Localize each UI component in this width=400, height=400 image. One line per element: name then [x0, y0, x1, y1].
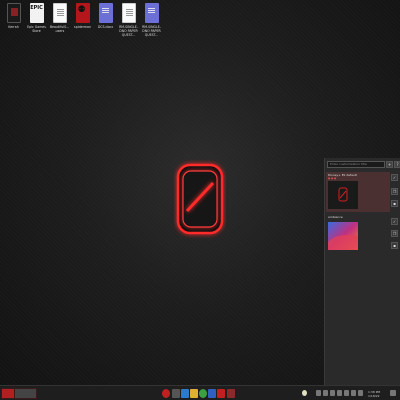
customization-search-input[interactable]: Enter customization title [327, 161, 385, 168]
card-title: ambience [328, 215, 343, 219]
tray-icon[interactable] [302, 390, 307, 396]
tray-icon[interactable] [330, 390, 335, 396]
card-thumbnail [328, 222, 358, 250]
start-button[interactable] [2, 389, 14, 398]
desktop-icons: Kerrah EPIC Epic Games Store BeautifulS... … [2, 3, 163, 37]
tray-icon[interactable] [316, 390, 321, 396]
card-thumbnail [328, 181, 358, 209]
app-icon[interactable] [227, 389, 235, 398]
app-icon[interactable] [217, 389, 225, 398]
desktop-icon[interactable]: spiderman [71, 3, 94, 37]
taskbar: 1:38 PM 1/18/22 [0, 385, 400, 400]
task-view-icon[interactable] [172, 389, 180, 398]
copy-button[interactable]: ❐ [391, 188, 398, 195]
folder-icon[interactable] [190, 389, 198, 398]
kerrah-icon [6, 3, 21, 23]
blue-icon [144, 3, 159, 23]
apply-button[interactable]: ✓ [391, 218, 398, 225]
taskbar-start-area [1, 388, 37, 399]
info-button[interactable]: ? [394, 161, 400, 168]
delete-button[interactable]: ▪ [391, 242, 398, 249]
desktop-icon-label: RM-SINGLE-DNO PAPER QUEST... [142, 25, 161, 37]
clock[interactable]: 1:38 PM 1/18/22 [368, 390, 380, 398]
desktop-icon-label: RM-SINGLE-DNO PAPER QUEST... [119, 25, 138, 37]
wallpaper-logo-icon [176, 163, 224, 235]
add-button[interactable]: + [386, 161, 393, 168]
blue-icon [98, 3, 113, 23]
desktop-icon-label: Kerrah [8, 25, 19, 29]
wallpaper-customization-panel: Enter customization title + ? Disney+ Ek… [324, 158, 400, 385]
chrome-icon[interactable] [199, 389, 207, 398]
desktop-icon-label: Epic Games Store [27, 25, 46, 33]
doc-icon [52, 3, 67, 23]
desktop-icon[interactable]: RM-SINGLE-DNO PAPER QUEST... [140, 3, 163, 37]
desktop-icon-label: BeautifulS... .users [49, 25, 70, 33]
desktop-icon[interactable]: DCS.docx [94, 3, 117, 37]
tray-icon[interactable] [337, 390, 342, 396]
notification-icon[interactable] [390, 390, 396, 396]
edge-icon[interactable] [181, 389, 189, 398]
desktop-icon[interactable]: RM-SINGLE-DNO PAPER QUEST... [117, 3, 140, 37]
volume-icon[interactable] [351, 390, 356, 396]
taskbar-search[interactable] [15, 389, 36, 398]
card-subtitle: ● ● ● [328, 177, 337, 180]
doc-icon [121, 3, 136, 23]
spider-icon [75, 3, 90, 23]
tray-icon[interactable] [323, 390, 328, 396]
copy-button[interactable]: ❐ [391, 230, 398, 237]
desktop-icon[interactable]: Kerrah [2, 3, 25, 37]
desktop-icon[interactable]: BeautifulS... .users [48, 3, 71, 37]
app-icon[interactable] [208, 389, 216, 398]
app-icon[interactable] [162, 389, 170, 398]
desktop-icon-label: spiderman [74, 25, 91, 29]
clock-date: 1/18/22 [368, 394, 380, 398]
delete-button[interactable]: ▪ [391, 200, 398, 207]
desktop-icon[interactable]: EPIC Epic Games Store [25, 3, 48, 37]
customization-card[interactable]: Disney+ Ek default ● ● ● [326, 172, 390, 212]
apply-button[interactable]: ✓ [391, 174, 398, 181]
battery-icon[interactable] [358, 390, 363, 396]
wifi-icon[interactable] [344, 390, 349, 396]
desktop-icon-label: DCS.docx [97, 25, 114, 29]
epic-icon: EPIC [29, 3, 44, 23]
customization-card[interactable]: ambience [326, 214, 390, 254]
